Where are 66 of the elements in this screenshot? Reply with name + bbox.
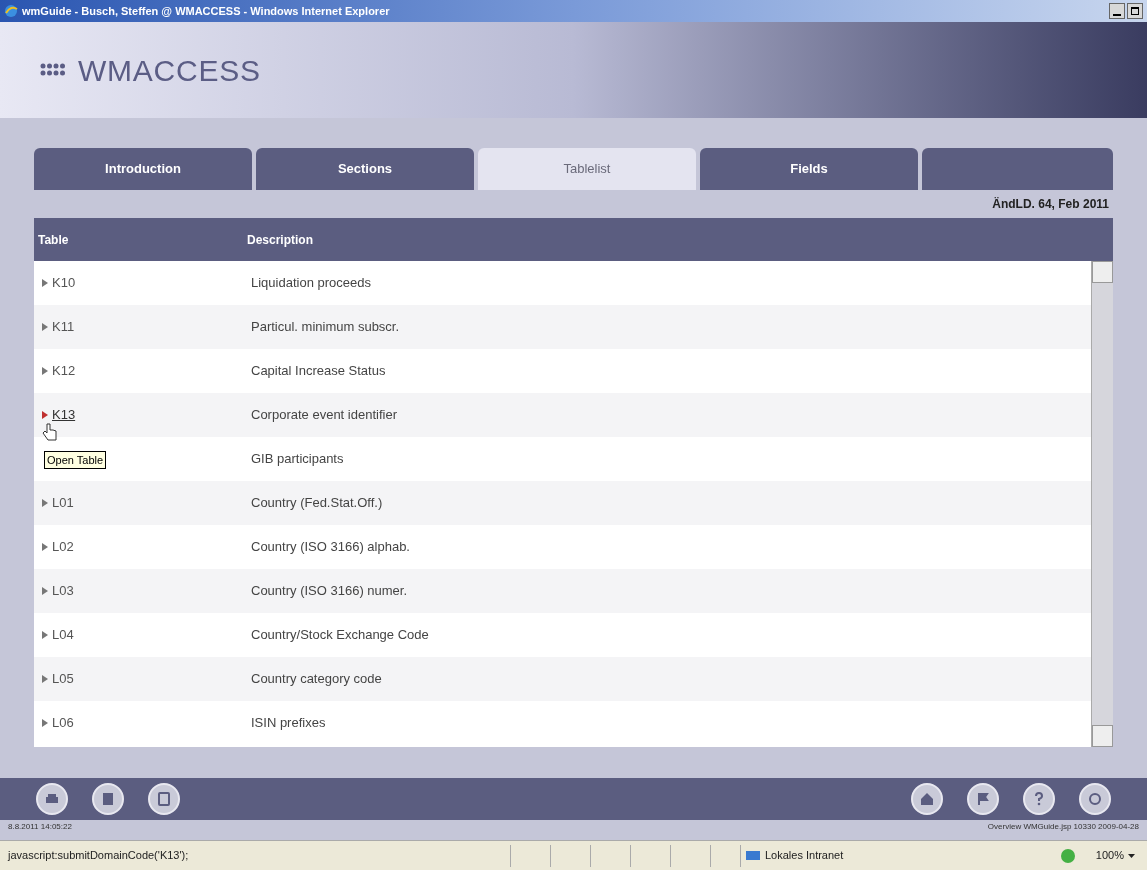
expand-arrow-icon[interactable] [42, 587, 48, 595]
table-cell-text: GIB participants [251, 450, 344, 469]
exit-button[interactable] [1079, 783, 1111, 815]
table-link[interactable]: L02 [52, 537, 74, 557]
book-button[interactable] [148, 783, 180, 815]
table-link[interactable]: K12 [52, 361, 76, 381]
print-button[interactable] [36, 783, 68, 815]
expand-arrow-icon[interactable] [42, 367, 48, 375]
expand-arrow-icon[interactable] [42, 499, 48, 507]
table-row[interactable]: L03 Country (ISO 3166) numer. [34, 569, 1091, 613]
page-source: Overview WMGuide.jsp 10330 2009-04-28 [987, 821, 1139, 833]
table-cell-text: Liquidation proceeds [251, 274, 371, 293]
expand-arrow-icon[interactable] [42, 279, 48, 287]
home-button[interactable] [911, 783, 943, 815]
flag-icon [977, 792, 989, 806]
table-link[interactable]: K11 [52, 317, 75, 337]
expand-arrow-icon[interactable] [42, 631, 48, 639]
expand-arrow-icon[interactable] [42, 323, 48, 331]
printer-icon [45, 793, 59, 805]
logo: WMACCESS [78, 52, 261, 89]
home-icon [920, 792, 934, 806]
column-header: Description [247, 231, 313, 249]
export-button[interactable] [92, 783, 124, 815]
expand-arrow-icon[interactable] [42, 675, 48, 683]
table-link[interactable]: K13 [52, 405, 76, 425]
table-link[interactable]: L06 [52, 713, 74, 733]
minimize-button[interactable] [1109, 3, 1125, 19]
column-header: Table [37, 231, 70, 249]
table-cell-text: Country/Stock Exchange Code [251, 626, 429, 645]
expand-arrow-icon[interactable] [42, 719, 48, 727]
table-cell-text: Capital Increase Status [251, 362, 386, 381]
table-row[interactable]: L05 Country category code [34, 657, 1091, 701]
logo-dots-icon [40, 63, 66, 77]
table-cell-text: Particul. minimum subscr. [251, 318, 400, 337]
tab[interactable]: Fields [700, 148, 918, 190]
table-row[interactable]: K11 Particul. minimum subscr. [34, 305, 1091, 349]
table-cell-text: Country category code [251, 670, 382, 689]
status-url: javascript:submitDomainCode('K13'); [6, 848, 190, 864]
timestamp: 8.8.2011 14:05:22 [8, 821, 72, 833]
table-link[interactable]: L05 [52, 669, 74, 689]
table-link[interactable]: L04 [52, 625, 74, 645]
maximize-button[interactable] [1127, 3, 1143, 19]
table-row[interactable]: L01 Country (Fed.Stat.Off.) [34, 481, 1091, 525]
browser-icon [4, 4, 18, 18]
table-link[interactable]: L03 [52, 581, 74, 601]
table-cell-text: Corporate event identifier [251, 406, 397, 425]
tab[interactable]: Introduction [34, 148, 252, 190]
table-link[interactable]: K10 [52, 273, 76, 293]
table-link[interactable]: L01 [52, 493, 74, 513]
table-cell-text: Country (ISO 3166) numer. [251, 582, 408, 601]
help-icon [1034, 792, 1044, 806]
tab[interactable]: Tablelist [478, 148, 696, 190]
help-button[interactable] [1023, 783, 1055, 815]
expand-arrow-icon[interactable] [42, 543, 48, 551]
expand-arrow-icon[interactable] [42, 411, 48, 419]
revision-label: ÄndLD. 64, Feb 2011 [992, 196, 1109, 213]
zone-label: Lokales Intranet [765, 848, 844, 864]
table-cell-text: Country (ISO 3166) alphab. [251, 538, 410, 557]
table-cell-text: Country (Fed.Stat.Off.) [251, 494, 383, 513]
flag-button[interactable] [967, 783, 999, 815]
table-cell-text: ISIN prefixes [251, 714, 326, 733]
tab[interactable]: Sections [256, 148, 474, 190]
window-title: wmGuide - Busch, Steffen @ WMACCESS - Windows Internet Explorer [22, 3, 390, 19]
zoom-button[interactable]: 100% [1091, 847, 1139, 864]
document-icon [102, 792, 114, 806]
caret-icon [1128, 853, 1135, 858]
